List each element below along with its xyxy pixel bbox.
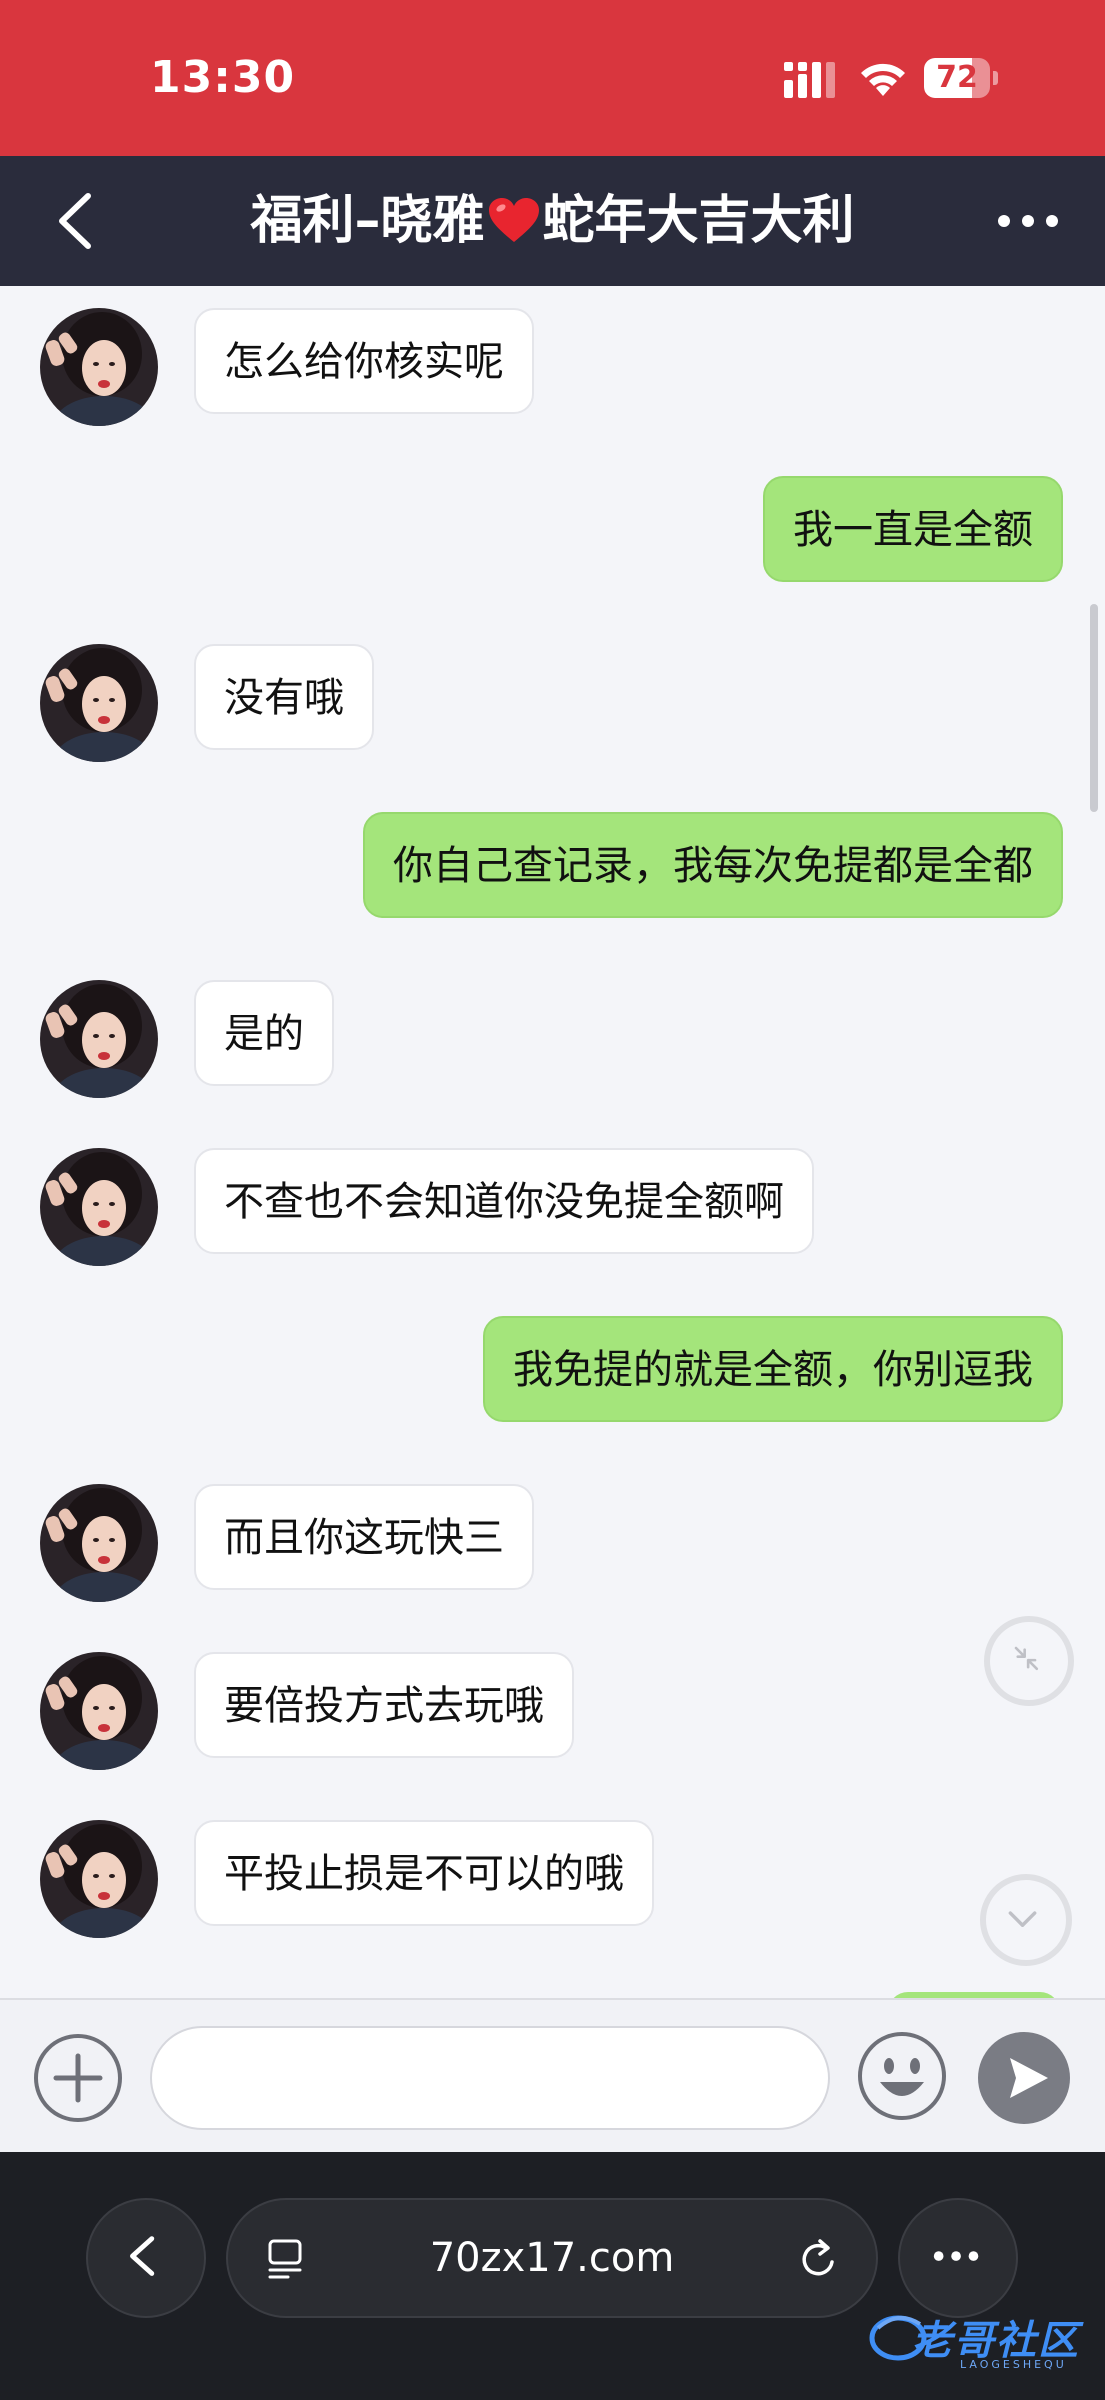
status-bar: 13:30 72 — [0, 0, 1105, 156]
avatar[interactable] — [40, 308, 158, 426]
status-time: 13:30 — [150, 52, 296, 103]
incoming-message-bubble[interactable]: 不查也不会知道你没免提全额啊 — [194, 1148, 814, 1254]
message-row-in: 是的 — [0, 980, 1105, 1100]
message-row-in: 平投止损是不可以的哦 — [0, 1820, 1105, 1940]
avatar[interactable] — [40, 980, 158, 1098]
message-row-out: 我免提的就是全额，你别逗我 — [0, 1316, 1105, 1436]
message-row-in: 怎么给你核实呢 — [0, 308, 1105, 428]
outgoing-message-bubble[interactable]: 我一直是全额 — [763, 476, 1063, 582]
message-row-out: 我一直是全额 — [0, 476, 1105, 596]
chat-header: 福利–晓雅 蛇年大吉大利 — [0, 156, 1105, 286]
input-bar — [0, 1998, 1105, 2152]
incoming-message-bubble[interactable]: 怎么给你核实呢 — [194, 308, 534, 414]
chat-title-text-part1: 福利–晓雅 — [250, 191, 485, 251]
url-text[interactable]: 70zx17.com — [328, 2200, 776, 2316]
more-options-icon[interactable] — [996, 206, 1060, 236]
tab-overview-icon[interactable] — [266, 2238, 308, 2280]
incoming-message-bubble[interactable]: 而且你这玩快三 — [194, 1484, 534, 1590]
message-row-in: 而且你这玩快三 — [0, 1484, 1105, 1604]
avatar[interactable] — [40, 1484, 158, 1602]
send-icon[interactable] — [978, 2032, 1070, 2124]
cellular-signal-icon — [784, 62, 835, 98]
outgoing-message-bubble[interactable]: 你自己查记录，我每次免提都是全都 — [363, 812, 1063, 918]
message-row-in: 要倍投方式去玩哦 — [0, 1652, 1105, 1772]
add-attachment-icon[interactable] — [32, 2032, 124, 2124]
emoji-icon[interactable] — [856, 2030, 948, 2122]
wifi-icon — [861, 63, 905, 96]
reload-icon[interactable] — [796, 2236, 842, 2282]
back-arrow-icon[interactable] — [50, 190, 100, 252]
chat-title: 福利–晓雅 蛇年大吉大利 — [140, 156, 965, 286]
message-row-in: 不查也不会知道你没免提全额啊 — [0, 1148, 1105, 1268]
avatar[interactable] — [40, 1820, 158, 1938]
battery-level: 72 — [936, 60, 978, 95]
more-horizontal-icon — [933, 2251, 979, 2261]
chat-title-text-part2: 蛇年大吉大利 — [542, 191, 855, 251]
battery-indicator: 72 — [924, 58, 998, 98]
avatar[interactable] — [40, 644, 158, 762]
message-input[interactable] — [150, 2026, 830, 2130]
browser-menu-button[interactable] — [898, 2198, 1018, 2318]
incoming-message-bubble[interactable]: 要倍投方式去玩哦 — [194, 1652, 574, 1758]
message-row-in: 没有哦 — [0, 644, 1105, 764]
incoming-message-bubble[interactable]: 平投止损是不可以的哦 — [194, 1820, 654, 1926]
message-row-out: 你自己查记录，我每次免提都是全都 — [0, 812, 1105, 932]
chevron-left-icon — [130, 2236, 155, 2276]
browser-back-button[interactable] — [86, 2198, 206, 2318]
avatar[interactable] — [40, 1652, 158, 1770]
address-bar[interactable]: 70zx17.com — [226, 2198, 878, 2318]
site-watermark: 老哥社区 LAOGESHEQU — [868, 2302, 1096, 2382]
incoming-message-bubble[interactable]: 没有哦 — [194, 644, 374, 750]
avatar[interactable] — [40, 1148, 158, 1266]
message-list[interactable]: 怎么给你核实呢我一直是全额没有哦你自己查记录，我每次免提都是全都 是的不查也不会知… — [0, 286, 1105, 1998]
outgoing-message-bubble[interactable]: 我免提的就是全额，你别逗我 — [483, 1316, 1063, 1422]
red-heart-icon — [488, 198, 539, 242]
browser-toolbar: 70zx17.com 老哥社区 LAOGESHEQU — [0, 2152, 1105, 2400]
incoming-message-bubble[interactable]: 是的 — [194, 980, 334, 1086]
watermark-subtext: LAOGESHEQU — [960, 2358, 1067, 2371]
